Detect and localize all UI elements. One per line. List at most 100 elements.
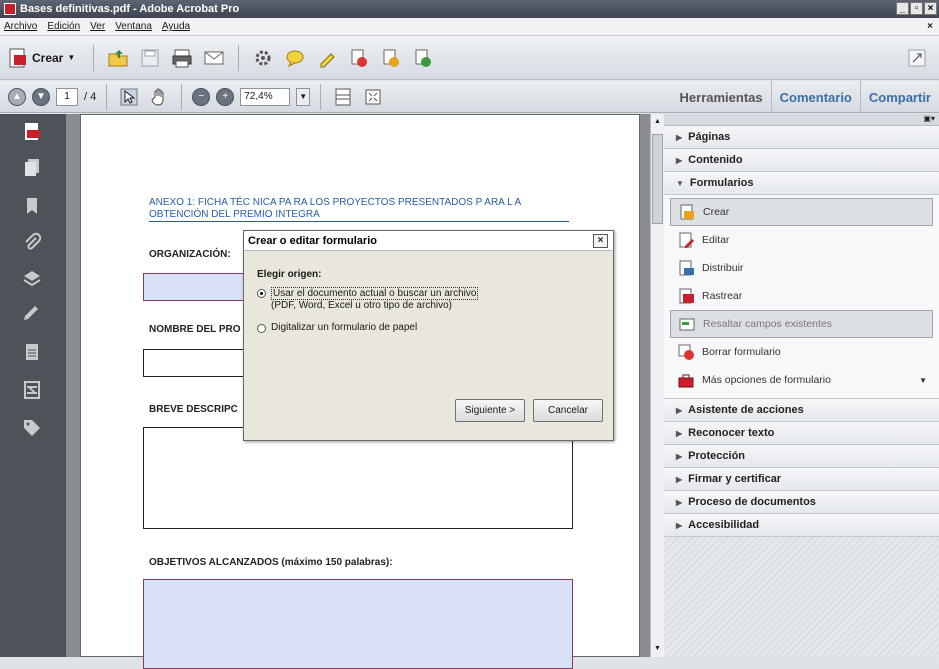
insert-page-icon[interactable] <box>411 46 435 70</box>
pane-options-icon[interactable]: ▣▾ <box>923 114 935 123</box>
tags-icon[interactable] <box>22 418 42 438</box>
highlight-fields-icon <box>679 318 695 331</box>
create-form-icon <box>680 204 694 220</box>
section-contenido-label: Contenido <box>688 154 743 166</box>
full-screen-icon[interactable] <box>361 85 385 109</box>
export-page-icon[interactable] <box>379 46 403 70</box>
expand-arrow-icon: ▶ <box>676 451 683 461</box>
select-cursor-icon[interactable] <box>117 85 141 109</box>
section-paginas-label: Páginas <box>688 131 731 143</box>
form-tool-resaltar-label: Resaltar campos existentes <box>703 318 832 330</box>
page-number-input[interactable]: 1 <box>56 87 78 106</box>
form-tool-borrar[interactable]: Borrar formulario <box>670 338 933 366</box>
dialog-title: Crear o editar formulario <box>244 231 613 251</box>
section-formularios[interactable]: ▼ Formularios <box>664 172 939 195</box>
cancelar-button[interactable]: Cancelar <box>533 399 603 422</box>
breve-descripcion-field[interactable] <box>143 427 573 529</box>
close-document-button[interactable]: × <box>927 21 933 32</box>
comment-bubble-icon[interactable] <box>283 46 307 70</box>
hand-tool-icon[interactable] <box>147 85 171 109</box>
menu-ver[interactable]: Ver <box>90 21 105 32</box>
toolbar-divider <box>93 44 95 71</box>
dialog-heading: Elegir origen: <box>257 269 322 280</box>
pdf-document-icon[interactable] <box>22 122 42 142</box>
page-icon[interactable] <box>22 342 42 362</box>
main-toolbar: Crear ▼ <box>0 36 939 80</box>
minimize-button[interactable]: _ <box>896 2 909 15</box>
save-icon[interactable] <box>138 46 162 70</box>
crear-button[interactable]: Crear ▼ <box>8 47 81 69</box>
page-thumbnails-icon[interactable] <box>22 158 42 178</box>
objetivos-alcanzados-field[interactable] <box>143 579 573 669</box>
option-usar-documento[interactable]: Usar el documento actual o buscar un arc… <box>257 287 479 311</box>
zoom-level-input[interactable]: 72,4% <box>240 87 291 106</box>
highlight-pen-icon[interactable] <box>315 46 339 70</box>
content-structure-icon[interactable] <box>22 380 42 400</box>
print-icon[interactable] <box>170 46 194 70</box>
section-accesibilidad[interactable]: ▶ Accesibilidad <box>664 514 939 537</box>
delete-page-icon[interactable] <box>347 46 371 70</box>
menu-ayuda[interactable]: Ayuda <box>162 21 190 32</box>
radio-unselected-icon[interactable] <box>257 324 266 333</box>
section-asistente-acciones[interactable]: ▶ Asistente de acciones <box>664 399 939 422</box>
panel-tabs: Herramientas Comentario Compartir <box>672 81 939 113</box>
create-edit-form-dialog: Crear o editar formulario × Elegir orige… <box>243 230 614 441</box>
expand-icon[interactable] <box>905 46 929 70</box>
section-contenido[interactable]: ▶ Contenido <box>664 149 939 172</box>
restore-button[interactable]: ▫ <box>910 2 923 15</box>
zoom-in-icon[interactable]: + <box>216 87 235 106</box>
toolbar-divider <box>181 83 183 110</box>
form-tool-mas-opciones[interactable]: Más opciones de formulario ▼ <box>670 366 933 394</box>
close-window-button[interactable]: × <box>924 2 937 15</box>
section-proteccion[interactable]: ▶ Protección <box>664 445 939 468</box>
radio-selected-icon[interactable] <box>257 289 266 298</box>
scroll-down-icon[interactable]: ▼ <box>652 643 663 655</box>
fit-page-icon[interactable] <box>331 85 355 109</box>
collapse-arrow-icon: ▼ <box>676 178 684 188</box>
expand-arrow-icon: ▶ <box>676 428 683 438</box>
zoom-dropdown-icon[interactable]: ▼ <box>296 87 311 106</box>
label-breve-descripcion: BREVE DESCRIPC <box>149 404 238 415</box>
settings-gear-icon[interactable] <box>251 46 275 70</box>
scrollbar-thumb[interactable] <box>652 134 663 224</box>
toolbox-icon <box>678 374 694 388</box>
track-form-icon <box>679 288 694 304</box>
form-tool-resaltar-campos[interactable]: Resaltar campos existentes <box>670 310 933 338</box>
window-title: Bases definitivas.pdf - Adobe Acrobat Pr… <box>20 3 240 15</box>
navigation-pane <box>0 114 66 657</box>
next-page-icon[interactable]: ▼ <box>32 87 50 106</box>
form-tool-editar[interactable]: Editar <box>670 226 933 254</box>
annex-heading-line1: ANEXO 1: FICHA TÉC NICA PA RA LOS PROYEC… <box>149 197 522 208</box>
email-icon[interactable] <box>202 46 226 70</box>
menu-edicion[interactable]: Edición <box>47 21 80 32</box>
signatures-pen-icon[interactable] <box>22 304 42 324</box>
label-objetivos-alcanzados: OBJETIVOS ALCANZADOS (máximo 150 palabra… <box>149 557 393 568</box>
menu-archivo[interactable]: Archivo <box>4 21 37 32</box>
bookmarks-icon[interactable] <box>22 196 42 216</box>
tab-herramientas[interactable]: Herramientas <box>672 81 771 113</box>
menu-ventana[interactable]: Ventana <box>115 21 152 32</box>
previous-page-icon[interactable]: ▲ <box>8 87 26 106</box>
page-total: / 4 <box>84 90 97 103</box>
tab-compartir[interactable]: Compartir <box>859 81 939 113</box>
attachments-paperclip-icon[interactable] <box>22 232 42 252</box>
form-tool-editar-label: Editar <box>702 234 730 246</box>
layers-icon[interactable] <box>22 268 42 288</box>
section-paginas[interactable]: ▶ Páginas <box>664 126 939 149</box>
section-reconocer-texto[interactable]: ▶ Reconocer texto <box>664 422 939 445</box>
siguiente-button[interactable]: Siguiente > <box>455 399 525 422</box>
zoom-out-icon[interactable]: − <box>192 87 211 106</box>
document-scrollbar[interactable]: ▲ ▼ <box>650 114 664 657</box>
form-tool-crear[interactable]: Crear <box>670 198 933 226</box>
open-folder-icon[interactable] <box>106 46 130 70</box>
option-digitalizar[interactable]: Digitalizar un formulario de papel <box>257 322 417 333</box>
section-proteccion-label: Protección <box>688 450 746 462</box>
tab-comentario[interactable]: Comentario <box>770 81 860 113</box>
section-firmar-certificar[interactable]: ▶ Firmar y certificar <box>664 468 939 491</box>
form-tool-rastrear[interactable]: Rastrear <box>670 282 933 310</box>
expand-arrow-icon: ▶ <box>676 520 683 530</box>
dialog-close-icon[interactable]: × <box>593 234 608 248</box>
form-tool-distribuir[interactable]: Distribuir <box>670 254 933 282</box>
scroll-up-icon[interactable]: ▲ <box>652 116 663 128</box>
section-proceso-documentos[interactable]: ▶ Proceso de documentos <box>664 491 939 514</box>
